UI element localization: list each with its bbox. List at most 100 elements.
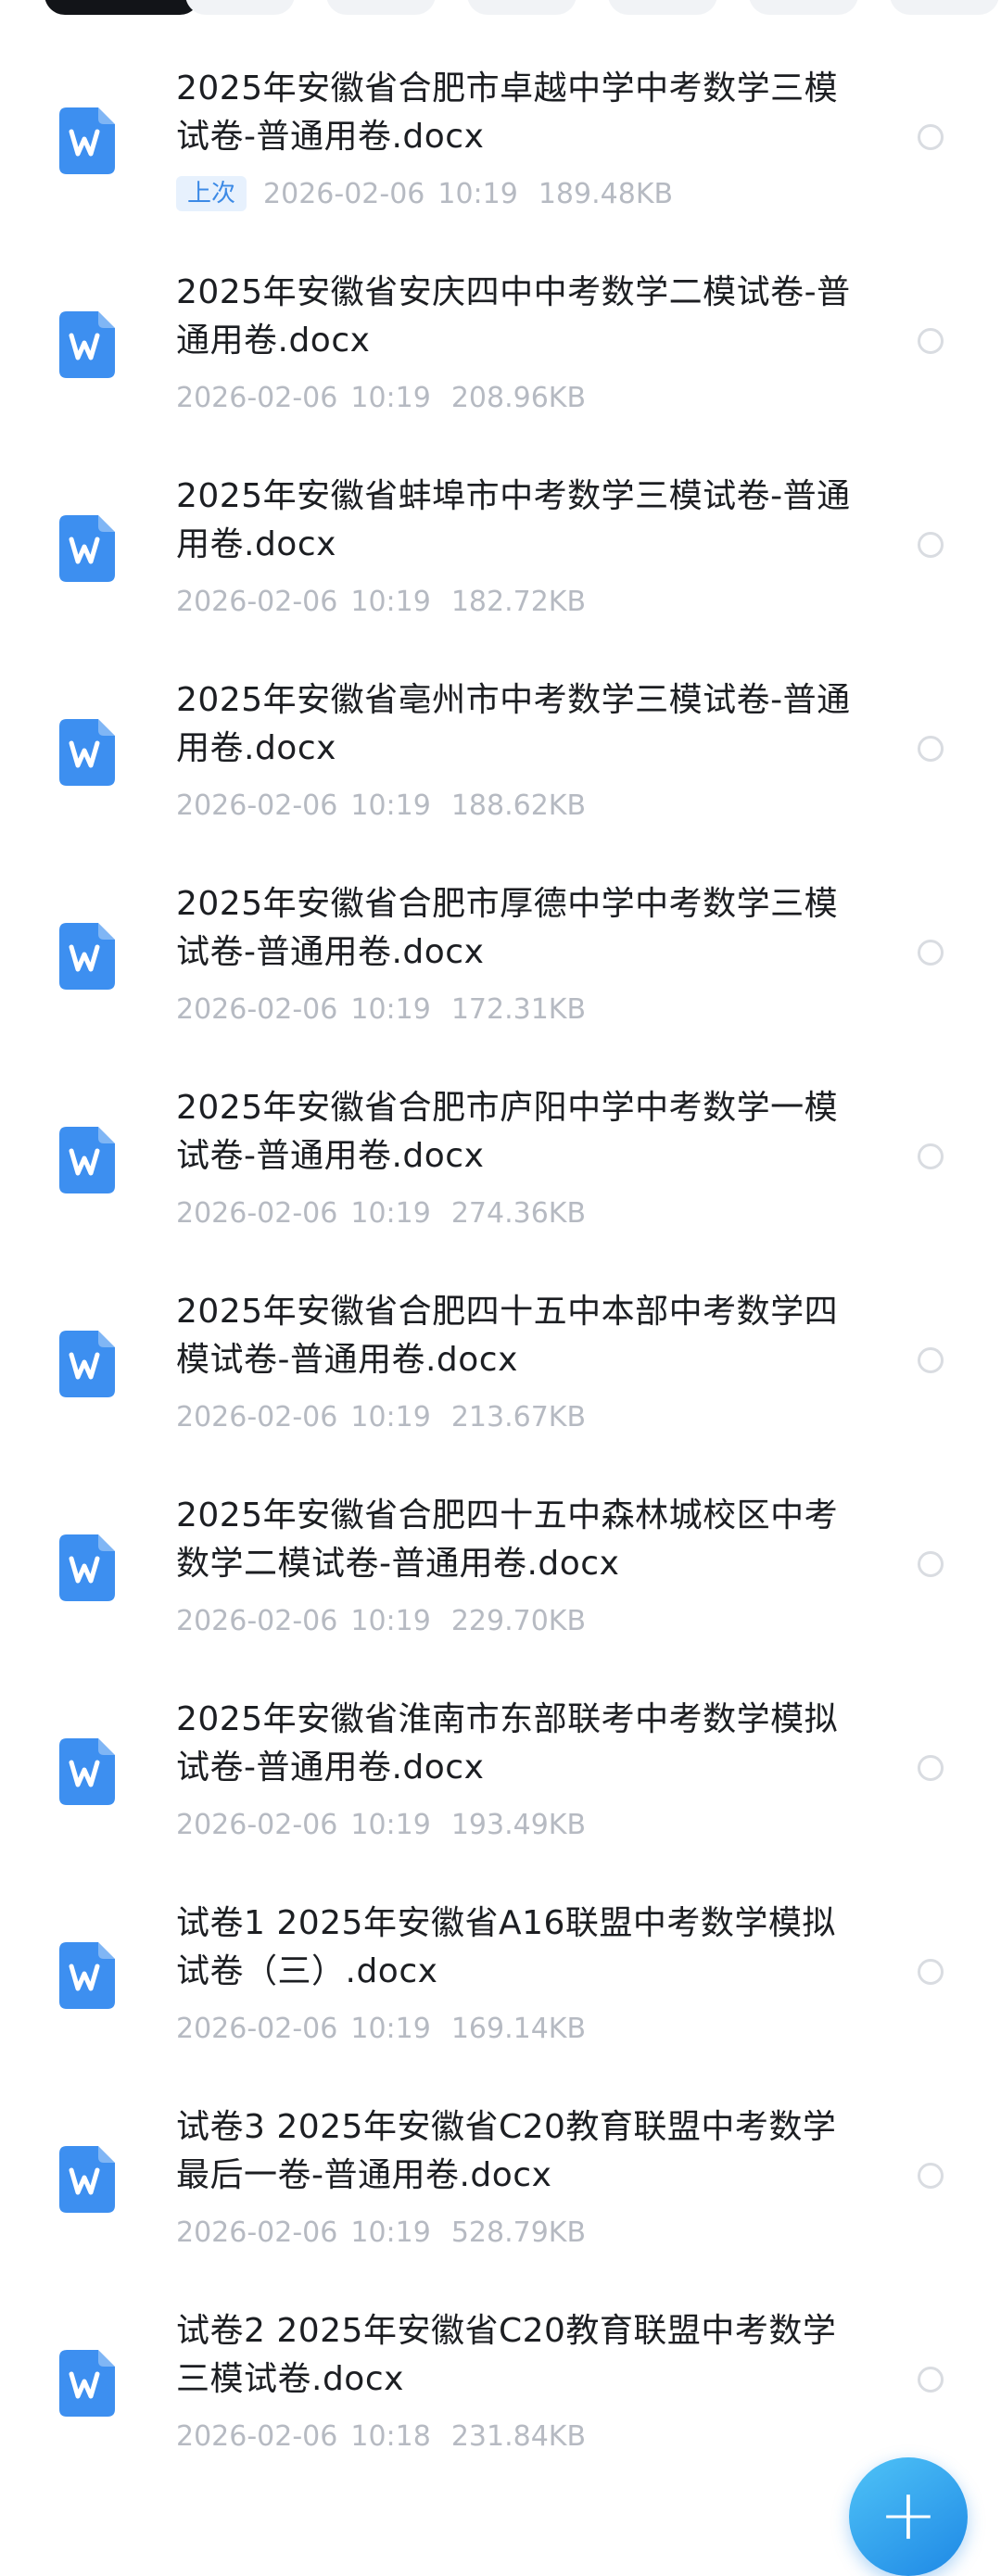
file-name: 2025年安徽省合肥市庐阳中学中考数学一模试卷-普通用卷.docx (176, 1089, 839, 1175)
file-date: 2026-02-06 (176, 1808, 338, 1841)
select-checkbox[interactable] (918, 1551, 944, 1577)
file-name: 2025年安徽省合肥四十五中本部中考数学四模试卷-普通用卷.docx (176, 1293, 839, 1379)
word-doc-icon (59, 923, 115, 990)
file-time: 10:19 (350, 2012, 431, 2045)
file-size: 182.72KB (450, 585, 587, 618)
file-time: 10:19 (350, 1808, 431, 1841)
file-size: 189.48KB (538, 177, 674, 210)
select-checkbox[interactable] (918, 124, 944, 150)
file-name: 2025年安徽省淮南市东部联考中考数学模拟试卷-普通用卷.docx (176, 1700, 839, 1787)
file-meta: 2026-02-06 10:18 231.84KB (176, 2417, 586, 2456)
file-name: 2025年安徽省合肥市厚德中学中考数学三模试卷-普通用卷.docx (176, 885, 839, 971)
file-time: 10:19 (350, 585, 431, 618)
filter-chip[interactable] (467, 0, 577, 15)
file-time: 10:19 (350, 2216, 431, 2249)
file-size: 169.14KB (450, 2012, 587, 2045)
file-meta: 2026-02-06 10:19 169.14KB (176, 2009, 586, 2048)
file-meta: 2026-02-06 10:19 528.79KB (176, 2213, 586, 2252)
file-size: 208.96KB (450, 381, 587, 414)
word-doc-icon (59, 311, 115, 378)
word-doc-icon (59, 1331, 115, 1397)
file-date: 2026-02-06 (176, 789, 338, 822)
file-date: 2026-02-06 (176, 381, 338, 414)
word-doc-icon (59, 515, 115, 582)
file-date: 2026-02-06 (176, 1604, 338, 1637)
file-list-item[interactable]: 2025年安徽省合肥市庐阳中学中考数学一模试卷-普通用卷.docx 2026-02… (0, 1036, 1001, 1240)
file-size: 274.36KB (450, 1196, 587, 1230)
word-doc-icon (59, 1127, 115, 1193)
filter-chip[interactable] (608, 0, 717, 15)
file-time: 10:19 (350, 1196, 431, 1230)
file-name: 试卷3 2025年安徽省C20教育联盟中考数学最后一卷-普通用卷.docx (176, 2108, 837, 2194)
file-meta: 2026-02-06 10:19 188.62KB (176, 786, 586, 825)
add-file-button[interactable]: + (849, 2457, 968, 2576)
word-doc-icon (59, 2350, 115, 2417)
file-date: 2026-02-06 (176, 2419, 338, 2453)
file-meta: 2026-02-06 10:19 172.31KB (176, 990, 586, 1029)
select-checkbox[interactable] (918, 736, 944, 762)
file-name: 2025年安徽省合肥四十五中森林城校区中考数学二模试卷-普通用卷.docx (176, 1496, 839, 1583)
select-checkbox[interactable] (918, 1347, 944, 1373)
file-size: 188.62KB (450, 789, 587, 822)
last-opened-badge: 上次 (176, 176, 247, 211)
file-size: 528.79KB (450, 2216, 587, 2249)
file-time: 10:18 (350, 2419, 431, 2453)
file-list-item[interactable]: 2025年安徽省合肥四十五中森林城校区中考数学二模试卷-普通用卷.docx 202… (0, 1444, 1001, 1648)
file-list-item[interactable]: 2025年安徽省蚌埠市中考数学三模试卷-普通用卷.docx 2026-02-06 1… (0, 424, 1001, 628)
file-date: 2026-02-06 (176, 1196, 338, 1230)
filter-chip[interactable] (44, 0, 200, 15)
word-doc-icon (59, 2146, 115, 2213)
file-list-item[interactable]: 试卷2 2025年安徽省C20教育联盟中考数学三模试卷.docx 2026-02-… (0, 2259, 1001, 2463)
plus-icon: + (879, 2473, 938, 2556)
filter-chip[interactable] (326, 0, 436, 15)
select-checkbox[interactable] (918, 1755, 944, 1781)
filter-chip-bar (0, 0, 1001, 17)
filter-chip[interactable] (890, 0, 999, 15)
file-time: 10:19 (437, 177, 518, 210)
word-doc-icon (59, 1534, 115, 1601)
file-list-item[interactable]: 2025年安徽省合肥市厚德中学中考数学三模试卷-普通用卷.docx 2026-02… (0, 832, 1001, 1036)
select-checkbox[interactable] (918, 940, 944, 966)
file-time: 10:19 (350, 992, 431, 1026)
file-name: 试卷1 2025年安徽省A16联盟中考数学模拟试卷（三）.docx (176, 1904, 836, 1990)
file-list-item[interactable]: 2025年安徽省安庆四中中考数学二模试卷-普通用卷.docx 2026-02-06… (0, 221, 1001, 424)
word-doc-icon (59, 1738, 115, 1805)
select-checkbox[interactable] (918, 2163, 944, 2189)
file-list-item[interactable]: 2025年安徽省亳州市中考数学三模试卷-普通用卷.docx 2026-02-06 1… (0, 628, 1001, 832)
select-checkbox[interactable] (918, 1959, 944, 1985)
file-time: 10:19 (350, 789, 431, 822)
file-size: 229.70KB (450, 1604, 587, 1637)
filter-chip[interactable] (749, 0, 858, 15)
file-list-item[interactable]: 2025年安徽省合肥四十五中本部中考数学四模试卷-普通用卷.docx 2026-0… (0, 1240, 1001, 1444)
word-doc-icon (59, 107, 115, 174)
file-list-item[interactable]: 2025年安徽省淮南市东部联考中考数学模拟试卷-普通用卷.docx 2026-02… (0, 1648, 1001, 1851)
file-date: 2026-02-06 (176, 2012, 338, 2045)
file-time: 10:19 (350, 1400, 431, 1433)
file-time: 10:19 (350, 381, 431, 414)
file-list-item[interactable]: 试卷3 2025年安徽省C20教育联盟中考数学最后一卷-普通用卷.docx 202… (0, 2055, 1001, 2259)
file-date: 2026-02-06 (263, 177, 425, 210)
select-checkbox[interactable] (918, 532, 944, 558)
file-name: 2025年安徽省蚌埠市中考数学三模试卷-普通用卷.docx (176, 477, 851, 563)
select-checkbox[interactable] (918, 328, 944, 354)
file-date: 2026-02-06 (176, 2216, 338, 2249)
file-meta: 上次 2026-02-06 10:19 189.48KB (176, 174, 673, 213)
file-list: 2025年安徽省合肥市卓越中学中考数学三模试卷-普通用卷.docx 上次 2026-… (0, 17, 1001, 2463)
file-name: 2025年安徽省合肥市卓越中学中考数学三模试卷-普通用卷.docx (176, 69, 839, 156)
file-meta: 2026-02-06 10:19 229.70KB (176, 1601, 586, 1640)
select-checkbox[interactable] (918, 2367, 944, 2393)
select-checkbox[interactable] (918, 1143, 944, 1169)
word-doc-icon (59, 719, 115, 786)
file-meta: 2026-02-06 10:19 208.96KB (176, 378, 586, 417)
file-size: 213.67KB (450, 1400, 587, 1433)
file-meta: 2026-02-06 10:19 182.72KB (176, 582, 586, 621)
file-list-item[interactable]: 2025年安徽省合肥市卓越中学中考数学三模试卷-普通用卷.docx 上次 2026-… (0, 17, 1001, 221)
file-date: 2026-02-06 (176, 992, 338, 1026)
file-time: 10:19 (350, 1604, 431, 1637)
filter-chip[interactable] (185, 0, 295, 15)
file-date: 2026-02-06 (176, 585, 338, 618)
file-list-item[interactable]: 试卷1 2025年安徽省A16联盟中考数学模拟试卷（三）.docx 2026-02… (0, 1851, 1001, 2055)
file-meta: 2026-02-06 10:19 193.49KB (176, 1805, 586, 1844)
file-size: 193.49KB (450, 1808, 587, 1841)
file-meta: 2026-02-06 10:19 213.67KB (176, 1397, 586, 1436)
